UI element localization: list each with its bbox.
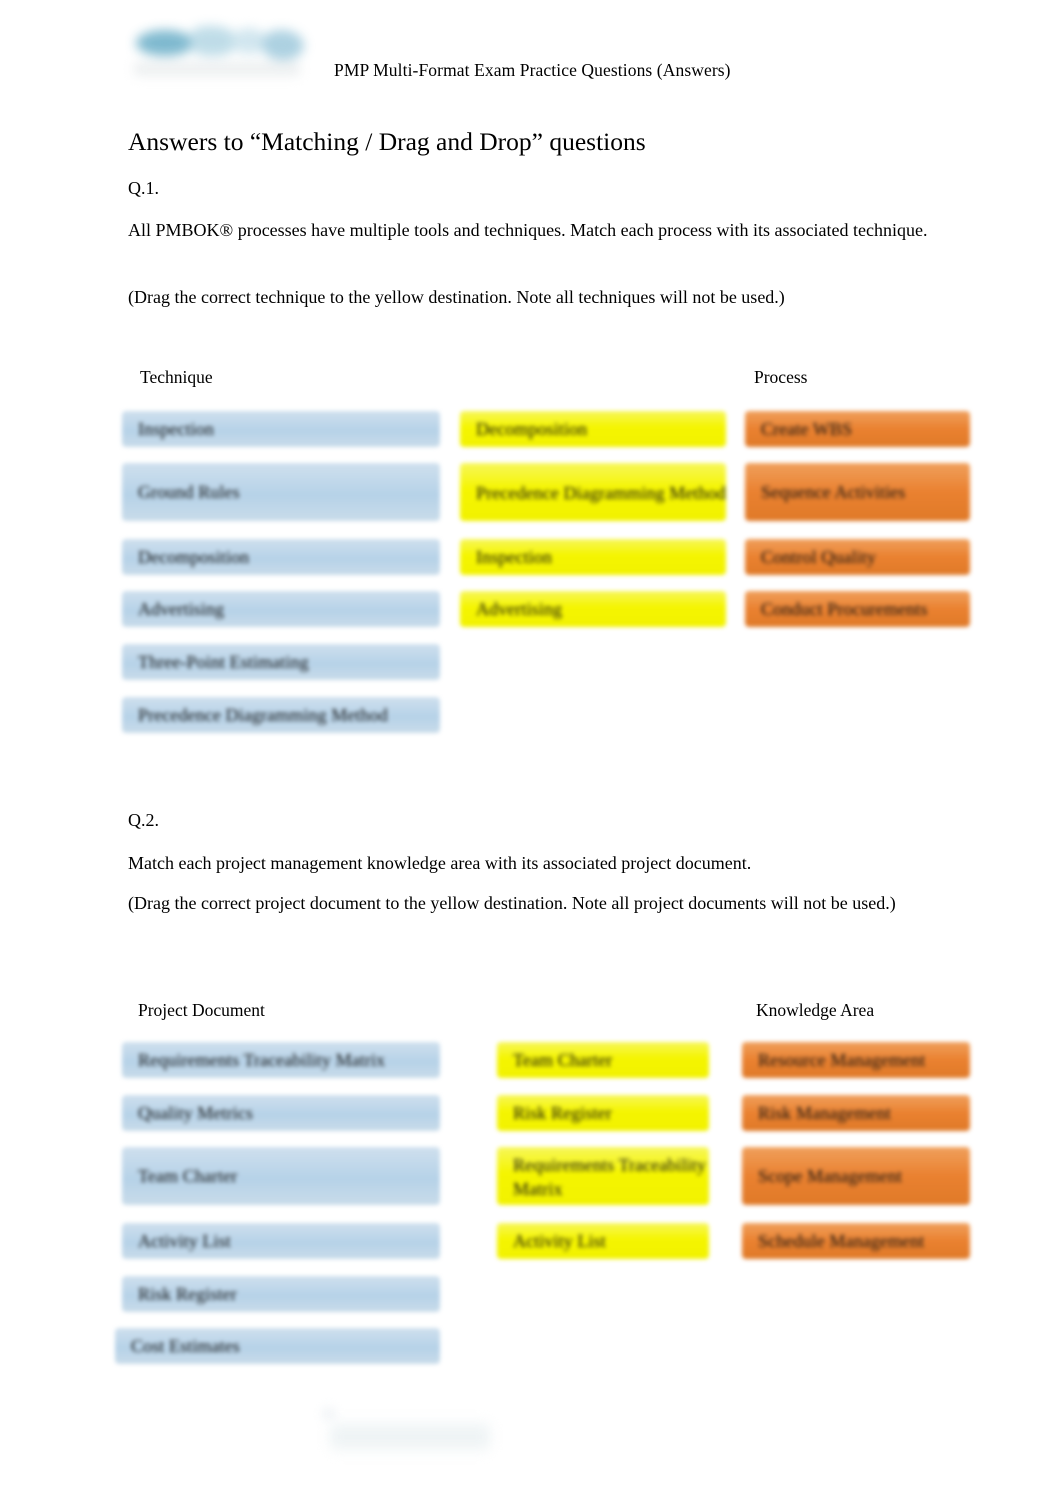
source-item[interactable]: Three-Point Estimating [122,644,440,680]
answer-item[interactable]: Risk Register [497,1095,709,1131]
column-header-project-document: Project Document [138,1000,265,1020]
source-item[interactable]: Decomposition [122,539,440,575]
target-item[interactable]: Scope Management [742,1147,970,1205]
answer-item[interactable]: Activity List [497,1223,709,1259]
target-item[interactable]: Conduct Procurements [745,591,970,627]
answer-item[interactable]: Decomposition [460,411,726,447]
source-item[interactable]: Risk Register [122,1276,440,1312]
question-label-1: Q.1. [128,178,159,198]
answer-item[interactable]: Precedence Diagramming Method [460,463,726,521]
column-header-knowledge-area: Knowledge Area [756,1000,875,1020]
question-label-2: Q.2. [128,810,159,830]
header-title: PMP Multi-Format Exam Practice Questions… [334,60,731,80]
column-header-process: Process [754,367,808,387]
source-item[interactable]: Ground Rules [122,463,440,521]
question-prompt-2: Match each project management knowledge … [128,853,752,873]
target-item[interactable]: Control Quality [745,539,970,575]
answer-item[interactable]: Team Charter [497,1042,709,1078]
page-title: Answers to “Matching / Drag and Drop” qu… [128,127,646,156]
source-item[interactable]: Quality Metrics [122,1095,440,1131]
footer-artifact-mark [322,1408,336,1420]
source-item[interactable]: Requirements Traceability Matrix [122,1042,440,1078]
page-header: PMP Multi-Format Exam Practice Questions… [0,0,1062,108]
target-item[interactable]: Create WBS [745,411,970,447]
question-instruction-2: (Drag the correct project document to th… [128,893,896,913]
target-item[interactable]: Schedule Management [742,1223,970,1259]
source-item[interactable]: Advertising [122,591,440,627]
answer-item[interactable]: Requirements Traceability Matrix [497,1147,709,1205]
question-prompt-1: All PMBOK® processes have multiple tools… [128,220,928,240]
source-item[interactable]: Precedence Diagramming Method [122,697,440,733]
answer-item[interactable]: Inspection [460,539,726,575]
source-item[interactable]: Team Charter [122,1147,440,1205]
column-header-technique: Technique [140,367,213,387]
target-item[interactable]: Risk Management [742,1095,970,1131]
source-item[interactable]: Activity List [122,1223,440,1259]
target-item[interactable]: Sequence Activities [745,463,970,521]
source-item[interactable]: Cost Estimates [115,1328,440,1364]
question-instruction-1: (Drag the correct technique to the yello… [128,287,785,307]
target-item[interactable]: Resource Management [742,1042,970,1078]
footer-artifact [330,1422,490,1452]
answer-item[interactable]: Advertising [460,591,726,627]
brand-logo-icon [128,18,310,92]
source-item[interactable]: Inspection [122,411,440,447]
